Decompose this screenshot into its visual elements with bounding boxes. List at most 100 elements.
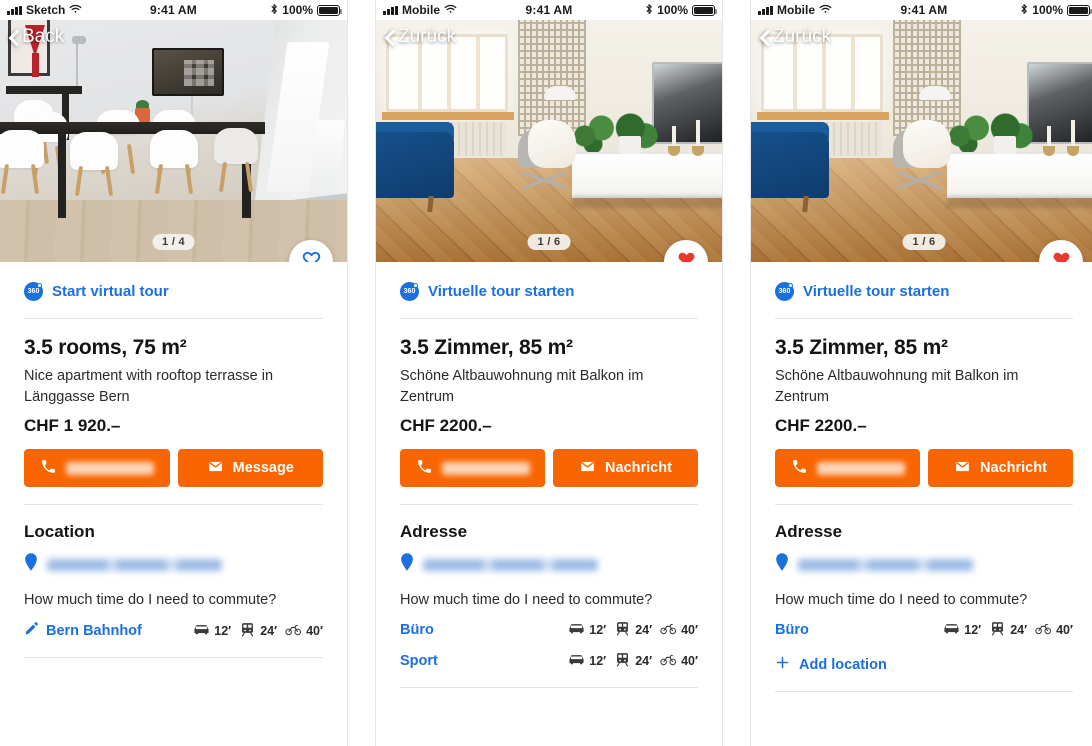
- commute-time-car: 12′: [193, 622, 231, 640]
- status-bar-left: Mobile: [758, 3, 901, 17]
- address-label: [47, 558, 222, 571]
- train-icon: [614, 652, 631, 670]
- hero-gallery[interactable]: Mobile 9:41 AM 100% Zurück 1 / 6: [376, 0, 722, 262]
- hero-gallery[interactable]: Mobile 9:41 AM 100% Zurück 1 / 6: [751, 0, 1092, 262]
- commute-destination[interactable]: Büro: [400, 622, 568, 638]
- listing-title: 3.5 Zimmer, 85 m²: [775, 336, 948, 359]
- car-icon: [943, 621, 960, 639]
- call-button[interactable]: [24, 449, 170, 488]
- bike-icon: [285, 622, 302, 640]
- message-button-label: Nachricht: [980, 460, 1047, 477]
- listing-detail-sheet: 360 Start virtual tour 3.5 rooms, 75 m² …: [0, 262, 347, 659]
- virtual-tour-button[interactable]: 360 Virtuelle tour starten: [775, 262, 1073, 318]
- chevron-left-icon: [385, 28, 396, 47]
- commute-times: 12′ 24′ 40′: [568, 621, 698, 639]
- virtual-tour-label: Virtuelle tour starten: [428, 283, 575, 300]
- wifi-icon: [444, 3, 457, 17]
- address-label: [798, 558, 973, 571]
- location-heading: Adresse: [775, 522, 843, 542]
- commute-destination-label: Bern Bahnhof: [46, 622, 142, 639]
- listing-title: 3.5 Zimmer, 85 m²: [400, 336, 573, 359]
- address-label: [423, 558, 598, 571]
- message-button-label: Nachricht: [605, 460, 672, 477]
- virtual-tour-button[interactable]: 360 Start virtual tour: [24, 262, 323, 318]
- heart-icon: [302, 250, 321, 262]
- call-button[interactable]: [400, 449, 545, 488]
- wifi-icon: [819, 3, 832, 17]
- chevron-left-icon: [9, 28, 20, 47]
- commute-times: 12′ 24′ 40′: [568, 652, 698, 670]
- train-icon: [614, 621, 631, 639]
- virtual-tour-button[interactable]: 360 Virtuelle tour starten: [400, 262, 698, 318]
- call-button-label: [65, 461, 154, 475]
- wifi-icon: [69, 3, 82, 17]
- commute-destination-label: Büro: [775, 622, 809, 639]
- location-heading: Location: [24, 522, 95, 542]
- status-bar: Sketch 9:41 AM 100%: [0, 0, 347, 20]
- address-row[interactable]: [24, 542, 323, 576]
- commute-time-car: 12′: [943, 621, 981, 639]
- status-bar-right: 100%: [572, 3, 717, 18]
- back-button[interactable]: Back: [9, 26, 64, 48]
- message-button[interactable]: Message: [177, 449, 323, 488]
- status-bar-right: 100%: [947, 3, 1092, 18]
- message-button[interactable]: Nachricht: [553, 449, 698, 488]
- bluetooth-icon: [270, 3, 278, 18]
- commute-destination[interactable]: Sport: [400, 653, 568, 669]
- address-row[interactable]: [400, 542, 698, 576]
- train-icon: [239, 622, 256, 640]
- commute-row[interactable]: Büro 12′ 24′ 40′: [400, 608, 698, 639]
- listing-price: CHF 1 920.–: [24, 416, 121, 436]
- listing-price: CHF 2200.–: [400, 416, 492, 436]
- commute-destination[interactable]: Büro: [775, 622, 943, 638]
- signal-icon: [758, 5, 773, 15]
- panel-de-2: Mobile 9:41 AM 100% Zurück 1 / 6 360 Vir…: [750, 0, 1092, 746]
- commute-question: How much time do I need to commute?: [24, 592, 277, 609]
- hero-gallery[interactable]: Sketch 9:41 AM 100% Back 1 / 4: [0, 0, 347, 262]
- map-pin-icon: [24, 553, 38, 576]
- virtual-tour-label: Start virtual tour: [52, 283, 169, 300]
- location-heading: Adresse: [400, 522, 468, 542]
- commute-row[interactable]: Sport 12′ 24′ 40′: [400, 639, 698, 670]
- battery-icon: [692, 4, 717, 16]
- panel-en: Sketch 9:41 AM 100% Back 1 / 4 360 Start…: [0, 0, 348, 746]
- heart-icon: [1052, 250, 1071, 262]
- bike-icon: [1035, 621, 1052, 639]
- call-button-label: [441, 461, 530, 475]
- panel-de-1: Mobile 9:41 AM 100% Zurück 1 / 6 360 Vir…: [375, 0, 723, 746]
- commute-times: 12′ 24′ 40′: [193, 622, 323, 640]
- address-row[interactable]: [775, 542, 1073, 576]
- bike-icon: [660, 652, 677, 670]
- commute-time-value: 40′: [306, 623, 323, 638]
- commute-time-train: 24′: [614, 621, 652, 639]
- clock-label: 9:41 AM: [900, 3, 948, 17]
- commute-destination[interactable]: Bern Bahnhof: [24, 621, 193, 640]
- back-button[interactable]: Zurück: [385, 26, 456, 48]
- map-pin-icon: [400, 553, 414, 576]
- commute-row[interactable]: Bern Bahnhof 12′ 24′ 40′: [24, 608, 323, 640]
- battery-percent-label: 100%: [1032, 3, 1063, 17]
- listing-detail-sheet: 360 Virtuelle tour starten 3.5 Zimmer, 8…: [376, 262, 722, 689]
- back-button[interactable]: Zurück: [760, 26, 831, 48]
- add-location-button[interactable]: Add location: [775, 639, 1073, 674]
- commute-time-bike: 40′: [660, 652, 698, 670]
- mail-icon: [954, 458, 971, 479]
- car-icon: [568, 621, 585, 639]
- car-icon: [193, 622, 210, 640]
- call-button-label: [816, 461, 905, 475]
- commute-row[interactable]: Büro 12′ 24′ 40′: [775, 608, 1073, 639]
- bluetooth-icon: [645, 3, 653, 18]
- commute-time-bike: 40′: [285, 622, 323, 640]
- action-buttons: Message: [24, 436, 323, 488]
- message-button-label: Message: [232, 460, 294, 477]
- pencil-icon[interactable]: [24, 621, 39, 640]
- carrier-label: Mobile: [402, 3, 440, 17]
- status-bar: Mobile 9:41 AM 100%: [751, 0, 1092, 20]
- call-button[interactable]: [775, 449, 920, 488]
- battery-percent-label: 100%: [657, 3, 688, 17]
- commute-destination-label: Sport: [400, 653, 438, 670]
- status-bar-left: Mobile: [383, 3, 526, 17]
- signal-icon: [383, 5, 398, 15]
- listing-subtitle: Schöne Altbauwohnung mit Balkon im Zentr…: [775, 368, 1019, 405]
- message-button[interactable]: Nachricht: [928, 449, 1073, 488]
